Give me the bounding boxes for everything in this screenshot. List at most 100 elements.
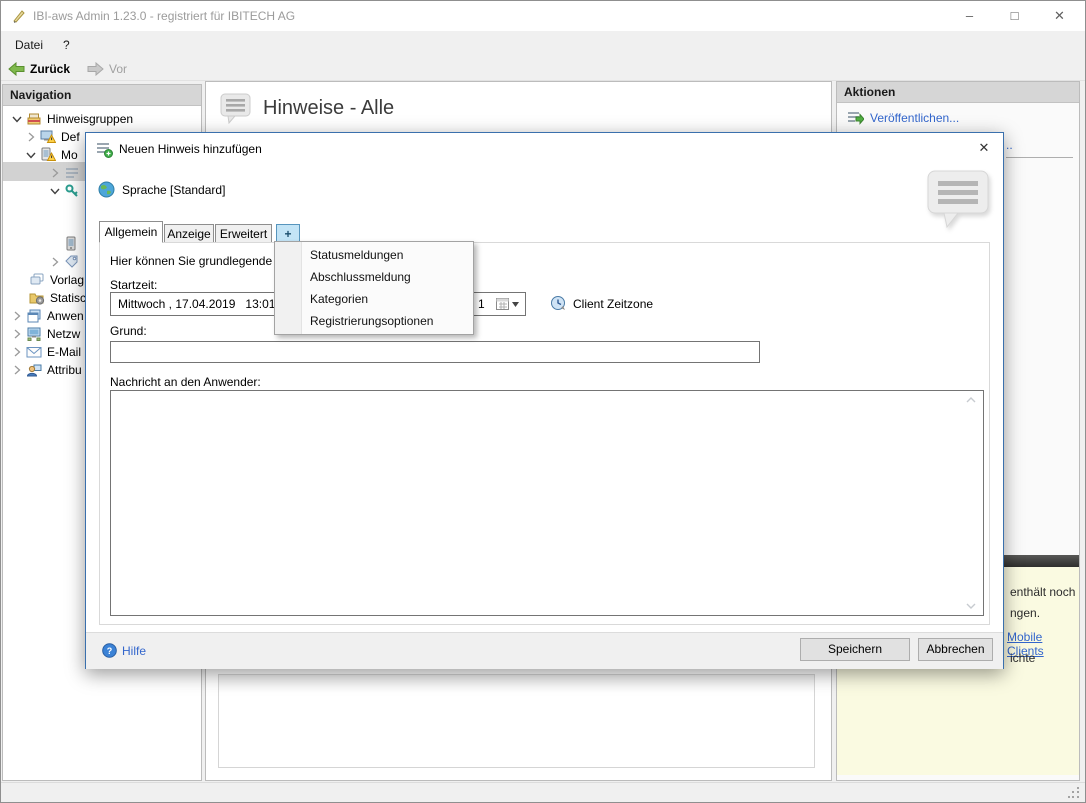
notice-add-icon [96,141,113,158]
chevron-closed-icon [25,131,37,143]
tree-item-default[interactable]: Def [25,128,80,146]
back-arrow-icon [8,62,25,76]
forward-button[interactable]: Vor [87,60,127,78]
language-row[interactable]: Sprache [Standard] [98,181,225,198]
title-bar: IBI-aws Admin 1.23.0 - registriert für I… [1,1,1085,31]
tree-label: Def [61,130,80,144]
tag-icon [64,254,80,270]
applications-icon [26,308,42,324]
page-title: Hinweise - Alle [263,97,394,120]
notice-bubble-icon [220,93,252,125]
globe-icon [98,181,115,198]
tree-item-key[interactable] [49,182,85,200]
language-label: Sprache [Standard] [122,183,225,197]
publish-action[interactable]: Veröffentlichen... [847,110,959,125]
menu-item-registrierungsoptionen[interactable]: Registrierungsoptionen [275,310,473,332]
tab-allgemein[interactable]: Allgemein [99,221,163,243]
app-window: IBI-aws Admin 1.23.0 - registriert für I… [0,0,1086,803]
message-label: Nachricht an den Anwender: [110,375,261,389]
publish-label: Veröffentlichen... [870,111,959,125]
tree-item-mobile[interactable]: Mo [25,146,78,164]
save-button[interactable]: Speichern [800,638,910,661]
tab-content: Hier können Sie grundlegende Ei Startzei… [99,242,990,625]
dialog-close-button[interactable]: ✕ [971,137,997,159]
tree-item-statisch[interactable]: Statisc [29,289,86,307]
note-line3: ichte [1010,651,1035,665]
tree-label: Netzw [47,327,80,341]
tree-item-phone[interactable] [63,235,84,253]
actions-header: Aktionen [837,82,1079,103]
phone-icon [63,236,79,252]
chevron-closed-icon [49,167,61,179]
help-label: Hilfe [122,644,146,658]
note-line1: enthält noch [1010,585,1075,599]
notice-groups-icon [26,111,42,127]
resize-grip[interactable] [1068,787,1081,800]
end-time-value: 1 [478,297,485,311]
message-textarea[interactable] [111,391,983,615]
help-icon: ? [102,643,117,658]
actions-divider [1006,157,1073,158]
reason-input[interactable] [111,342,759,362]
tree-item-netzwerk[interactable]: Netzw [11,325,80,343]
navigation-header: Navigation [3,85,201,106]
email-icon [26,344,42,360]
chevron-closed-icon [49,256,61,268]
main-content-box [218,674,815,768]
back-button[interactable]: Zurück [8,60,70,78]
chevron-closed-icon [11,328,23,340]
tab-anzeige[interactable]: Anzeige [164,224,214,243]
menu-item-kategorien[interactable]: Kategorien [275,288,473,310]
reason-label: Grund: [110,324,147,338]
scroll-down-icon[interactable] [966,603,976,609]
toolbar: Zurück Vor [1,57,1085,81]
minimize-button[interactable]: – [947,1,992,31]
help-link[interactable]: ? Hilfe [102,643,146,658]
forward-arrow-icon [87,62,104,76]
message-field[interactable] [110,390,984,616]
add-tab-menu: Statusmeldungen Abschlussmeldung Kategor… [274,241,474,335]
svg-text:?: ? [107,646,113,656]
tree-label: Anwen [47,309,84,323]
close-button[interactable]: ✕ [1037,1,1082,31]
chevron-open-icon [49,185,61,197]
menu-item-statusmeldungen[interactable]: Statusmeldungen [275,244,473,266]
tree-item-selected-notice[interactable] [49,164,85,182]
menu-bar: Datei ? [1,31,1085,57]
tree-label: Hinweisgruppen [47,112,133,126]
calendar-dropdown-button[interactable] [491,295,523,313]
dialog-title: Neuen Hinweis hinzufügen [119,142,262,156]
dialog-title-bar: Neuen Hinweis hinzufügen ✕ [86,133,1003,164]
templates-icon [29,272,45,288]
scroll-up-icon[interactable] [966,397,976,403]
tab-erweitert[interactable]: Erweitert [215,224,272,243]
calendar-icon [496,298,509,310]
cancel-button[interactable]: Abbrechen [918,638,993,661]
network-icon [26,326,42,342]
menu-datei[interactable]: Datei [9,36,49,54]
chevron-open-icon [25,149,37,161]
tree-item-email[interactable]: E-Mail [11,343,81,361]
chevron-closed-icon [11,310,23,322]
start-time-value: Mittwoch , 17.04.2019 13:01 [118,297,275,311]
notice-watermark-icon [926,169,992,231]
intro-text: Hier können Sie grundlegende Ei [110,254,286,268]
tree-item-anwendungen[interactable]: Anwen [11,307,84,325]
maximize-button[interactable]: □ [992,1,1037,31]
status-bar [1,782,1085,803]
client-timezone-button[interactable]: Client Zeitzone [550,295,653,312]
tree-label: Vorlag [50,273,84,287]
menu-help[interactable]: ? [57,36,76,54]
tree-item-tag[interactable] [49,253,85,271]
tree-item-attribute[interactable]: Attribu [11,361,82,379]
publish-icon [847,110,864,125]
reason-field[interactable] [110,341,760,363]
app-icon [11,8,27,24]
menu-item-abschlussmeldung[interactable]: Abschlussmeldung [275,266,473,288]
chevron-open-icon [11,113,23,125]
tree-item-vorlagen[interactable]: Vorlag [29,271,84,289]
notice-lines-icon [64,165,80,181]
truncated-action-link[interactable]: .. [1006,138,1013,152]
tree-item-hinweisgruppen[interactable]: Hinweisgruppen [11,110,133,128]
chevron-closed-icon [11,346,23,358]
